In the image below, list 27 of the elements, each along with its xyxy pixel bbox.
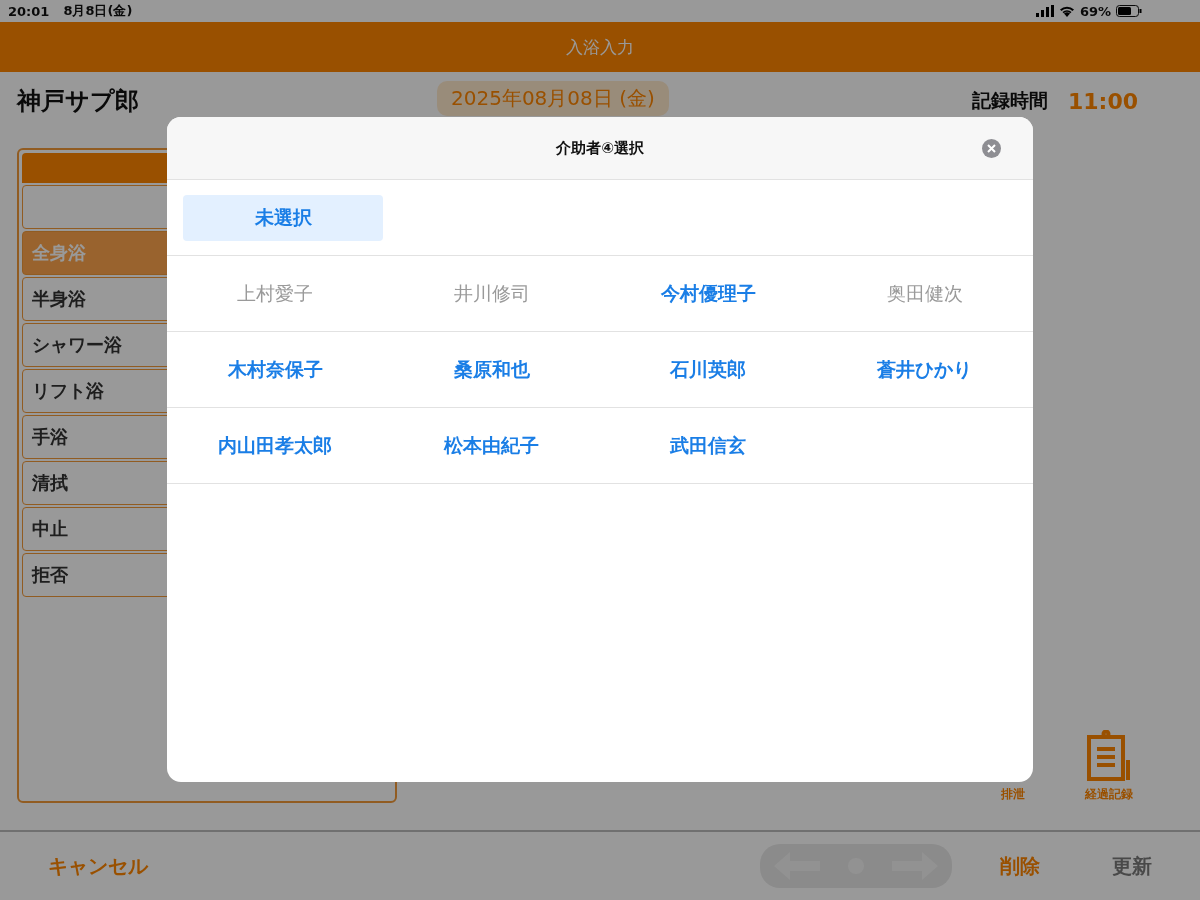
resident-name: 神戸サプ郎 bbox=[17, 86, 140, 117]
wifi-icon bbox=[1058, 5, 1075, 17]
caregiver-option[interactable]: 松本由紀子 bbox=[440, 432, 544, 459]
caregiver-option[interactable]: 桑原和也 bbox=[449, 356, 534, 383]
close-icon[interactable] bbox=[982, 139, 1001, 158]
date-field[interactable]: 2025年08月08日 (金) bbox=[437, 80, 669, 116]
status-time: 20:01 bbox=[8, 3, 50, 19]
screen-title: 入浴入力 bbox=[566, 35, 634, 59]
caregiver-option[interactable]: 蒼井ひかり bbox=[873, 356, 977, 383]
delete-button[interactable]: 削除 bbox=[1000, 852, 1040, 880]
shortcut-label[interactable]: 排泄 bbox=[1001, 786, 1025, 803]
clipboard-icon bbox=[1087, 730, 1131, 782]
battery-percent: 69% bbox=[1079, 3, 1111, 19]
cancel-button[interactable]: キャンセル bbox=[48, 852, 148, 880]
status-date: 8月8日(金) bbox=[63, 2, 133, 20]
caregiver-option[interactable]: 石川英郎 bbox=[666, 356, 751, 383]
record-time-value[interactable]: 11:00 bbox=[1067, 88, 1138, 114]
signal-icon bbox=[1035, 5, 1054, 17]
dialog-title: 介助者④選択 bbox=[556, 138, 644, 158]
caregiver-option[interactable]: 内山田孝太郎 bbox=[214, 432, 337, 459]
battery-icon bbox=[1116, 5, 1142, 17]
caregiver-option[interactable]: 武田信玄 bbox=[666, 432, 751, 459]
shortcut-label[interactable]: 経過記録 bbox=[1085, 786, 1133, 803]
caregiver-option[interactable]: 今村優理子 bbox=[656, 280, 760, 307]
unselected-option[interactable]: 未選択 bbox=[183, 194, 383, 241]
record-time-label: 記録時間 bbox=[971, 88, 1048, 113]
caregiver-option[interactable]: 木村奈保子 bbox=[223, 356, 327, 383]
